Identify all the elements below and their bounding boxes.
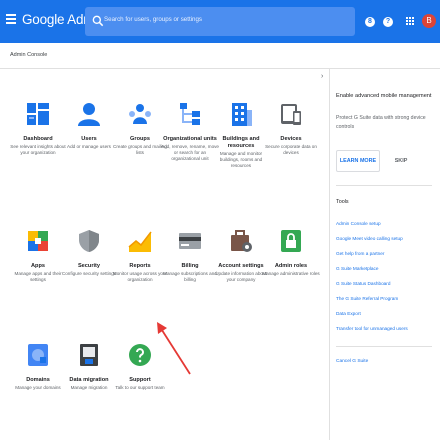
tile-description: Secure corporate data on devices bbox=[265, 144, 317, 155]
tools-heading: Tools bbox=[336, 199, 349, 205]
tile-title: Devices bbox=[280, 136, 302, 142]
domains-icon bbox=[28, 344, 48, 366]
cancel-gsuite-link[interactable]: Cancel G Suite bbox=[336, 359, 368, 364]
shield-icon bbox=[79, 230, 99, 252]
tool-link[interactable]: G Suite Marketplace bbox=[336, 266, 378, 271]
tile-description: Manage administrative roles bbox=[262, 271, 320, 276]
tile-admin-roles[interactable]: Admin roles Manage administrative roles bbox=[261, 229, 321, 277]
tool-link[interactable]: Admin Console setup bbox=[336, 221, 381, 226]
skip-button[interactable]: SKIP bbox=[392, 150, 410, 172]
notifications-icon[interactable]: 8 bbox=[365, 17, 375, 27]
chevron-right-icon[interactable]: › bbox=[321, 73, 323, 80]
breadcrumb: Admin Console bbox=[10, 52, 48, 58]
breadcrumb-bar: Admin Console bbox=[0, 43, 440, 69]
tool-link[interactable]: G Suite Status Dashboard bbox=[336, 281, 390, 286]
panel-separator bbox=[336, 346, 432, 347]
panel-divider bbox=[329, 69, 330, 440]
data-migration-icon bbox=[80, 344, 98, 366]
search-placeholder: Search for users, groups or settings bbox=[104, 16, 203, 23]
hamburger-menu-icon[interactable] bbox=[6, 14, 16, 24]
tile-title: Support bbox=[129, 377, 151, 383]
panel-description: Protect G Suite data with strong device … bbox=[336, 115, 426, 130]
tool-link[interactable]: Get help from a partner bbox=[336, 251, 384, 256]
devices-icon bbox=[281, 104, 301, 125]
reports-icon bbox=[128, 231, 152, 252]
tool-link[interactable]: The G Suite Referral Program bbox=[336, 296, 398, 301]
tool-link[interactable]: Transfer tool for unmanaged users bbox=[336, 326, 408, 331]
panel-title: Enable advanced mobile management bbox=[336, 93, 432, 99]
lock-icon bbox=[281, 230, 301, 252]
billing-icon bbox=[179, 233, 201, 249]
tile-description: Talk to our support team bbox=[115, 385, 165, 390]
tool-link[interactable]: Google Meet video calling setup bbox=[336, 236, 403, 241]
tool-link[interactable]: Data Export bbox=[336, 311, 361, 316]
tile-title: Admin roles bbox=[274, 263, 308, 269]
annotation-arrow bbox=[157, 322, 191, 375]
tile-devices[interactable]: Devices Secure corporate data on devices bbox=[261, 102, 321, 156]
app-launcher-icon[interactable] bbox=[406, 17, 414, 25]
avatar[interactable]: B bbox=[422, 14, 436, 28]
building-icon bbox=[232, 103, 252, 126]
apps-icon bbox=[28, 231, 48, 251]
top-app-bar: Google Admin Search for users, groups or… bbox=[0, 0, 440, 43]
account-settings-icon bbox=[231, 230, 252, 252]
groups-icon bbox=[129, 104, 151, 124]
search-icon bbox=[92, 15, 104, 27]
support-icon bbox=[129, 344, 151, 366]
user-icon bbox=[78, 103, 100, 126]
panel-separator bbox=[336, 185, 432, 186]
org-units-icon bbox=[180, 103, 200, 125]
help-icon[interactable]: ? bbox=[383, 17, 393, 27]
learn-more-button[interactable]: LEARN MORE bbox=[336, 150, 380, 172]
dashboard-icon bbox=[27, 103, 49, 125]
